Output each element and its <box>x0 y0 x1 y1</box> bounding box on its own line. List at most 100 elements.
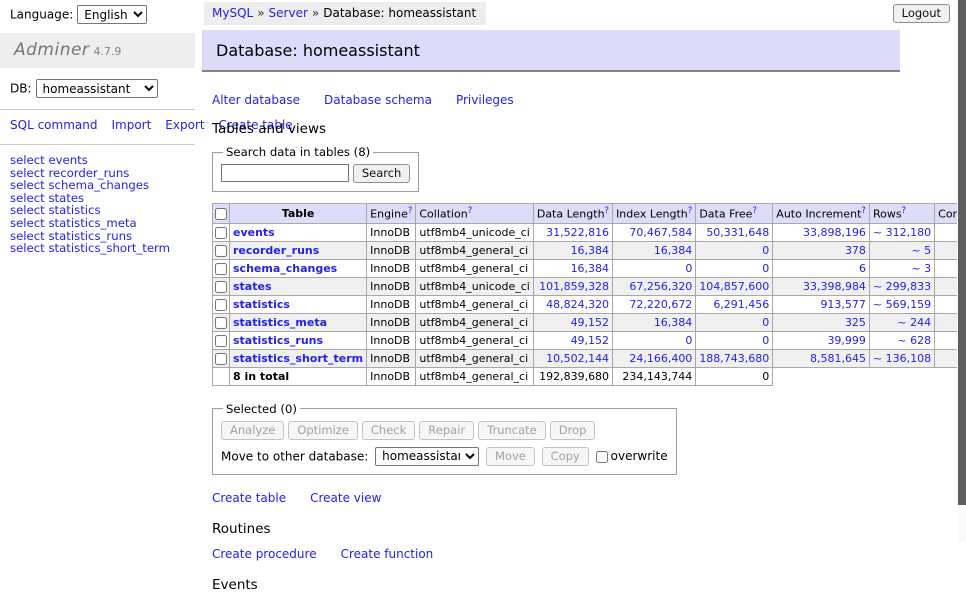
table-name-link[interactable]: statistics_short_term <box>233 352 363 365</box>
help-link[interactable]: ? <box>605 206 610 216</box>
data-length-cell[interactable]: 49,152 <box>533 313 612 331</box>
footer-total-cell: 8 in total <box>230 367 367 385</box>
link-alter-database[interactable]: Alter database <box>212 93 300 107</box>
sidebar-action-import[interactable]: Import <box>111 118 151 132</box>
db-select[interactable]: homeassistant <box>36 79 158 98</box>
select-all-checkbox[interactable] <box>215 208 227 220</box>
auto-increment-cell[interactable]: 33,398,984 <box>773 277 870 295</box>
data-free-cell[interactable]: 0 <box>696 331 773 349</box>
engine-cell: InnoDB <box>367 349 416 367</box>
data-free-cell[interactable]: 50,331,648 <box>696 223 773 241</box>
scrollbar-thumb[interactable] <box>958 0 966 505</box>
index-length-cell[interactable]: 16,384 <box>613 313 696 331</box>
logout-button[interactable]: Logout <box>893 4 950 23</box>
table-name-link[interactable]: statistics_short_term <box>48 241 170 255</box>
help-link[interactable]: ? <box>408 206 413 216</box>
column-header-label: Rows <box>873 208 902 221</box>
copy-button[interactable]: Copy <box>542 447 589 466</box>
row-checkbox[interactable] <box>215 227 227 239</box>
data-length-cell[interactable]: 31,522,816 <box>533 223 612 241</box>
table-name-link[interactable]: statistics_runs <box>233 334 323 347</box>
help-link[interactable]: ? <box>861 206 866 216</box>
link-database-schema[interactable]: Database schema <box>324 93 432 107</box>
row-checkbox-cell <box>213 331 230 349</box>
move-database-select[interactable]: homeassistant <box>375 447 479 466</box>
rows-cell[interactable]: ~ 628 <box>869 331 934 349</box>
select-link[interactable]: select <box>10 241 45 255</box>
table-name-link[interactable]: schema_changes <box>233 262 337 275</box>
auto-increment-cell[interactable]: 8,581,645 <box>773 349 870 367</box>
row-checkbox[interactable] <box>215 299 227 311</box>
data-free-cell[interactable]: 6,291,456 <box>696 295 773 313</box>
index-length-cell[interactable]: 70,467,584 <box>613 223 696 241</box>
rows-cell[interactable]: ~ 5 <box>869 241 934 259</box>
repair-button[interactable]: Repair <box>419 421 474 440</box>
check-button[interactable]: Check <box>362 421 415 440</box>
link-create-view[interactable]: Create view <box>310 491 381 505</box>
rows-cell[interactable]: ~ 244 <box>869 313 934 331</box>
auto-increment-cell[interactable]: 378 <box>773 241 870 259</box>
link-create-procedure[interactable]: Create procedure <box>212 547 317 561</box>
move-button[interactable]: Move <box>486 447 535 466</box>
rows-cell[interactable]: ~ 312,180 <box>869 223 934 241</box>
row-checkbox[interactable] <box>215 245 227 257</box>
optimize-button[interactable]: Optimize <box>288 421 358 440</box>
index-length-cell[interactable]: 0 <box>613 331 696 349</box>
search-input[interactable] <box>221 164 349 182</box>
help-link[interactable]: ? <box>688 206 693 216</box>
drop-button[interactable]: Drop <box>550 421 596 440</box>
auto-increment-cell[interactable]: 39,999 <box>773 331 870 349</box>
data-free-cell[interactable]: 0 <box>696 241 773 259</box>
table-name-link[interactable]: states <box>233 280 272 293</box>
rows-cell[interactable]: ~ 299,833 <box>869 277 934 295</box>
link-privileges[interactable]: Privileges <box>456 93 514 107</box>
row-checkbox[interactable] <box>215 263 227 275</box>
data-length-cell[interactable]: 16,384 <box>533 259 612 277</box>
index-length-cell[interactable]: 0 <box>613 259 696 277</box>
index-length-cell[interactable]: 72,220,672 <box>613 295 696 313</box>
language-select[interactable]: English <box>77 5 147 24</box>
data-length-cell[interactable]: 49,152 <box>533 331 612 349</box>
row-checkbox[interactable] <box>215 281 227 293</box>
overwrite-checkbox[interactable] <box>596 451 608 463</box>
analyze-button[interactable]: Analyze <box>221 421 284 440</box>
help-link[interactable]: ? <box>468 206 473 216</box>
language-label: Language: <box>10 8 73 22</box>
column-header-index-length: Index Length? <box>613 204 696 224</box>
link-create-table[interactable]: Create table <box>212 491 286 505</box>
data-free-cell[interactable]: 0 <box>696 313 773 331</box>
rows-cell[interactable]: ~ 569,159 <box>869 295 934 313</box>
rows-cell[interactable]: ~ 3 <box>869 259 934 277</box>
data-length-cell[interactable]: 10,502,144 <box>533 349 612 367</box>
help-link[interactable]: ? <box>902 206 907 216</box>
data-free-cell[interactable]: 0 <box>696 259 773 277</box>
sidebar-action-sql-command[interactable]: SQL command <box>10 118 97 132</box>
rows-cell[interactable]: ~ 136,108 <box>869 349 934 367</box>
truncate-button[interactable]: Truncate <box>478 421 546 440</box>
data-length-cell[interactable]: 48,824,320 <box>533 295 612 313</box>
row-checkbox[interactable] <box>215 353 227 365</box>
index-length-cell[interactable]: 24,166,400 <box>613 349 696 367</box>
auto-increment-cell[interactable]: 6 <box>773 259 870 277</box>
table-name-link[interactable]: statistics_meta <box>233 316 327 329</box>
link-create-function[interactable]: Create function <box>341 547 434 561</box>
engine-cell: InnoDB <box>367 241 416 259</box>
table-name-link[interactable]: recorder_runs <box>233 244 319 257</box>
auto-increment-cell[interactable]: 33,898,196 <box>773 223 870 241</box>
data-free-cell[interactable]: 188,743,680 <box>696 349 773 367</box>
row-checkbox[interactable] <box>215 335 227 347</box>
breadcrumb-server-link[interactable]: Server <box>269 6 308 20</box>
data-length-cell[interactable]: 16,384 <box>533 241 612 259</box>
index-length-cell[interactable]: 67,256,320 <box>613 277 696 295</box>
table-name-link[interactable]: events <box>233 226 275 239</box>
data-length-cell[interactable]: 101,859,328 <box>533 277 612 295</box>
table-name-link[interactable]: statistics <box>233 298 290 311</box>
search-button[interactable]: Search <box>353 164 411 183</box>
breadcrumb-mysql-link[interactable]: MySQL <box>212 6 253 20</box>
auto-increment-cell[interactable]: 325 <box>773 313 870 331</box>
auto-increment-cell[interactable]: 913,577 <box>773 295 870 313</box>
data-free-cell[interactable]: 104,857,600 <box>696 277 773 295</box>
index-length-cell[interactable]: 16,384 <box>613 241 696 259</box>
row-checkbox[interactable] <box>215 317 227 329</box>
help-link[interactable]: ? <box>752 206 757 216</box>
